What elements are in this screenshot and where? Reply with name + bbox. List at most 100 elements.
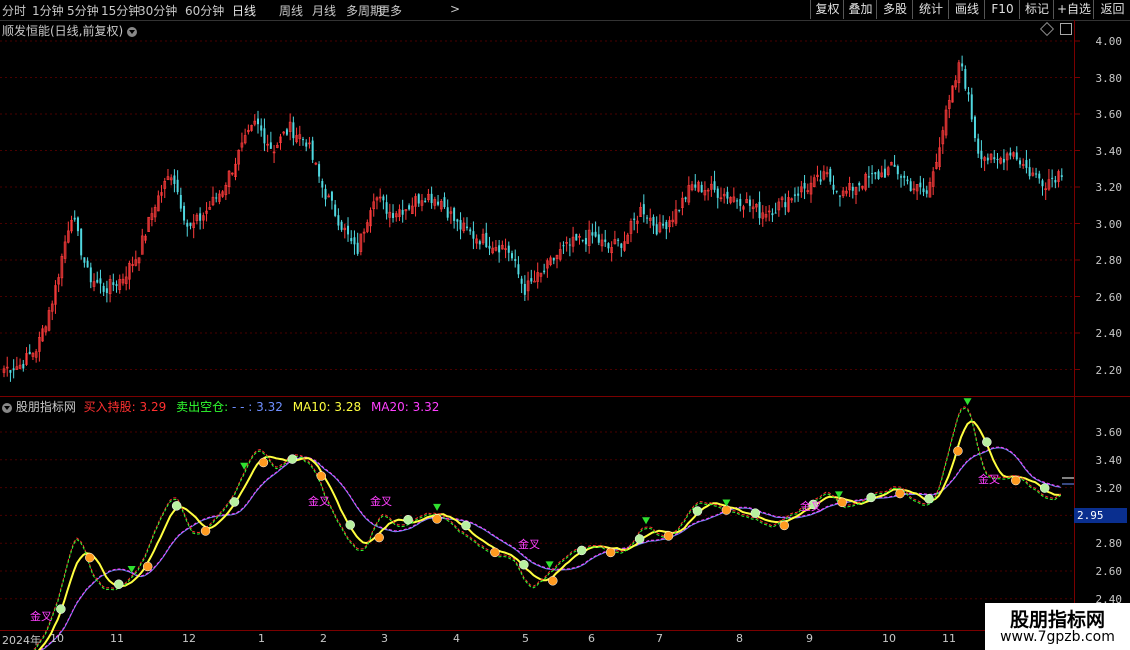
candle-body bbox=[806, 190, 810, 192]
toolbar-button-4[interactable]: 画线 bbox=[948, 0, 985, 19]
candle-body bbox=[761, 212, 765, 219]
candle-body bbox=[398, 209, 401, 217]
down-arrow-icon bbox=[722, 499, 731, 507]
x-axis-label: 1 bbox=[258, 632, 265, 645]
candle-body bbox=[57, 277, 60, 285]
price-tick-label: 3.00 bbox=[1095, 217, 1123, 231]
sell-label: 卖出空仓: bbox=[176, 400, 229, 414]
toolbar-button-6[interactable]: 标记 bbox=[1019, 0, 1054, 19]
down-arrow-icon bbox=[834, 491, 843, 499]
period-tab-8[interactable]: 月线 bbox=[312, 2, 336, 19]
candle-body bbox=[314, 162, 318, 165]
candle-body bbox=[546, 260, 549, 269]
candle-body bbox=[140, 235, 144, 255]
candle-body bbox=[748, 199, 751, 206]
candle-body bbox=[906, 179, 909, 182]
period-tab-7[interactable]: 周线 bbox=[279, 2, 303, 19]
period-tab-0[interactable]: 分时 bbox=[2, 2, 26, 19]
candle-body bbox=[260, 125, 263, 131]
candle-body bbox=[330, 191, 333, 201]
candle-body bbox=[240, 142, 244, 148]
candle-body bbox=[292, 122, 295, 139]
candle-body bbox=[157, 195, 160, 212]
candle-body bbox=[578, 235, 581, 238]
price-tick-label: 2.40 bbox=[1095, 327, 1123, 340]
toolbar-button-3[interactable]: 统计 bbox=[912, 0, 949, 19]
candle-body bbox=[218, 193, 221, 202]
toolbar-button-2[interactable]: 多股 bbox=[876, 0, 913, 19]
candle-body bbox=[385, 202, 388, 214]
candle-body bbox=[285, 129, 288, 135]
candle-body bbox=[173, 175, 176, 184]
period-tab-1[interactable]: 1分钟 bbox=[32, 2, 64, 19]
sell-marker-icon bbox=[56, 604, 66, 614]
sell-marker-icon bbox=[750, 508, 761, 518]
candle-body bbox=[394, 213, 398, 218]
main-panel-title: 顺发恒能(日线,前复权) bbox=[2, 22, 138, 39]
candle-body bbox=[536, 272, 540, 282]
period-toolbar: 分时 1分钟 5分钟 15分钟 30分钟 60分钟 日线 周线 月线 多周期 更多 > 复权 叠加 多股 统计… bbox=[0, 0, 1130, 21]
candle-body bbox=[491, 247, 495, 254]
panel-separator bbox=[0, 396, 1130, 397]
candle-body bbox=[504, 248, 507, 250]
buy-marker-icon bbox=[142, 561, 153, 572]
candle-body bbox=[28, 351, 31, 355]
candle-body bbox=[1012, 152, 1015, 157]
toolbar-button-7[interactable]: +自选 bbox=[1053, 0, 1094, 19]
window-toggle-icon[interactable] bbox=[1060, 23, 1072, 35]
toolbar-button-5[interactable]: F10 bbox=[984, 0, 1020, 19]
candle-body bbox=[446, 207, 449, 218]
candle-body bbox=[411, 205, 414, 215]
candle-body bbox=[202, 215, 205, 221]
candle-body bbox=[427, 193, 430, 201]
candle-body bbox=[841, 190, 845, 197]
period-tab-4[interactable]: 30分钟 bbox=[138, 2, 177, 19]
candle-body bbox=[472, 231, 475, 239]
indicator-dropdown-icon[interactable] bbox=[2, 402, 12, 413]
candle-body bbox=[112, 282, 115, 285]
candle-body bbox=[443, 197, 446, 208]
candle-body bbox=[604, 239, 607, 242]
candle-body bbox=[848, 183, 851, 191]
candle-body bbox=[199, 213, 202, 221]
candle-body bbox=[340, 221, 343, 230]
candle-body bbox=[787, 197, 790, 212]
candle-body bbox=[1041, 180, 1044, 187]
candle-body bbox=[272, 151, 276, 154]
period-tab-5[interactable]: 60分钟 bbox=[185, 2, 224, 19]
sell-marker-icon bbox=[808, 499, 818, 510]
period-tab-9[interactable]: 多周期 bbox=[346, 2, 382, 19]
x-axis-label: 10 bbox=[50, 632, 64, 645]
period-tab-6[interactable]: 日线 bbox=[232, 2, 256, 19]
diamond-icon[interactable] bbox=[1039, 21, 1055, 37]
candle-body bbox=[636, 220, 639, 224]
x-axis-label: 8 bbox=[736, 632, 743, 645]
candle-body bbox=[716, 188, 719, 198]
sell-marker-icon bbox=[345, 520, 355, 530]
indicator-panel-title: 股朋指标网 买入持股: 3.29 卖出空仓: - - : 3.32 MA10: … bbox=[2, 398, 439, 415]
down-arrow-icon bbox=[642, 517, 651, 525]
period-tab-10[interactable]: 更多 bbox=[378, 2, 402, 19]
period-tab-3[interactable]: 15分钟 bbox=[101, 2, 140, 19]
more-arrow-icon[interactable]: > bbox=[450, 2, 460, 16]
candle-body bbox=[230, 172, 234, 175]
period-tab-2[interactable]: 5分钟 bbox=[67, 2, 99, 19]
candle-body bbox=[838, 195, 841, 197]
candle-body bbox=[690, 184, 694, 191]
candle-body bbox=[970, 94, 973, 120]
candle-body bbox=[12, 368, 15, 371]
toolbar-button-8[interactable]: 返回 bbox=[1093, 0, 1130, 19]
toolbar-button-1[interactable]: 叠加 bbox=[843, 0, 877, 19]
candle-body bbox=[1031, 172, 1035, 176]
candle-body bbox=[507, 245, 510, 253]
candle-body bbox=[977, 138, 980, 154]
candle-body bbox=[736, 200, 739, 202]
candle-body bbox=[192, 222, 195, 228]
buy-value: 3.29 bbox=[139, 400, 167, 414]
candle-body bbox=[861, 185, 864, 189]
title-dropdown-icon[interactable] bbox=[127, 26, 138, 37]
candle-body bbox=[597, 234, 600, 243]
toolbar-button-0[interactable]: 复权 bbox=[810, 0, 844, 19]
buy-marker-icon bbox=[316, 471, 327, 481]
candle-body bbox=[298, 134, 302, 140]
